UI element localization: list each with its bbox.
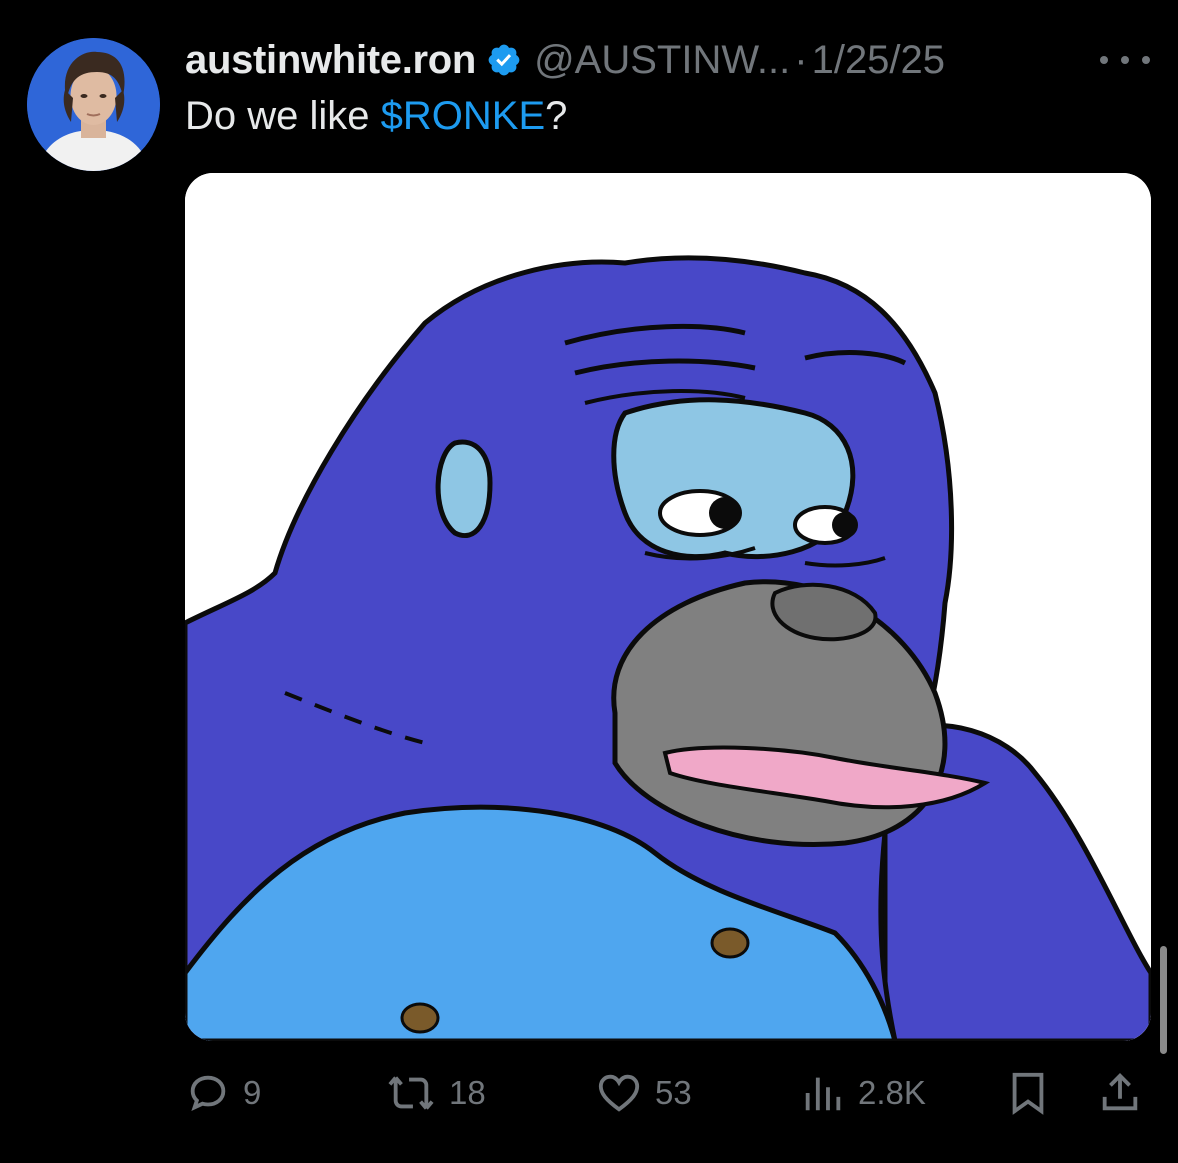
bookmark-button[interactable] [1005,1060,1051,1126]
tweet-text-body: Do we like [185,94,381,138]
repost-arrows-icon [385,1070,437,1116]
separator-dot: · [794,37,808,82]
views-count: 2.8K [858,1074,926,1111]
tweet-header: austinwhite.ron @AUSTINW... · 1/25/25 [185,34,945,86]
tweet-text: Do we like $RONKE? [185,94,567,139]
tweet-media-image[interactable] [185,173,1151,1041]
share-button[interactable] [1097,1060,1143,1126]
scrollbar[interactable] [1160,946,1167,1054]
avatar[interactable] [27,38,160,171]
like-count: 53 [655,1074,692,1111]
action-bar: 9 18 53 2.8K [185,1060,1151,1126]
more-dots-icon[interactable] [1100,42,1150,78]
gorilla-illustration [185,173,1151,1041]
repost-count: 18 [449,1074,486,1111]
cashtag-link[interactable]: $RONKE [381,94,546,138]
display-name[interactable]: austinwhite.ron [185,38,476,83]
reply-bubble-icon [185,1070,231,1116]
repost-button[interactable]: 18 [385,1060,486,1126]
reply-count: 9 [243,1074,262,1111]
bar-chart-icon [800,1070,846,1116]
heart-icon [595,1070,643,1116]
verified-badge-icon[interactable] [486,42,522,78]
tweet-text-end: ? [545,94,568,138]
views-button[interactable]: 2.8K [800,1060,926,1126]
like-button[interactable]: 53 [595,1060,692,1126]
share-upload-icon [1097,1070,1143,1116]
bookmark-icon [1005,1070,1051,1116]
reply-button[interactable]: 9 [185,1060,261,1126]
tweet[interactable]: austinwhite.ron @AUSTINW... · 1/25/25 Do… [0,0,1178,1163]
handle[interactable]: @AUSTINW... [534,38,790,83]
post-date[interactable]: 1/25/25 [812,38,945,83]
avatar-photo [27,38,160,171]
